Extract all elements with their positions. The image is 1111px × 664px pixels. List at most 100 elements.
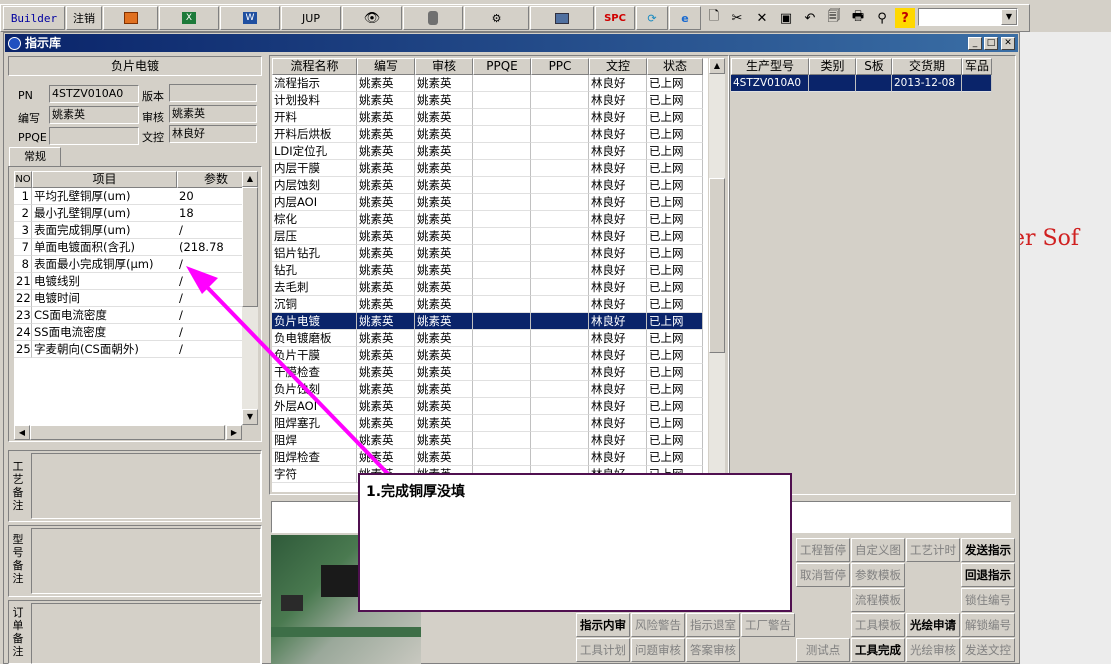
tool-complete-button[interactable]: 工具完成 — [851, 638, 905, 662]
new-file-icon[interactable]: 🗋 — [704, 8, 724, 28]
send-instruction-button[interactable]: 发送指示 — [961, 538, 1015, 562]
params-hscrollbar[interactable]: ◀ ▶ — [14, 425, 242, 440]
browser-button[interactable]: e — [669, 6, 701, 30]
spc-button[interactable]: SPC — [595, 6, 635, 30]
custom-figure-button[interactable]: 自定义图 — [851, 538, 905, 562]
logout-button[interactable]: 注销 — [66, 6, 102, 30]
hscroll-thumb[interactable] — [30, 425, 225, 440]
scroll-right-icon[interactable]: ▶ — [226, 425, 242, 440]
params-row[interactable]: 8 表面最小完成铜厚(μm) / — [14, 256, 242, 273]
internal-review-button[interactable]: 指示内审 — [576, 613, 630, 637]
process-row[interactable]: 干膜检查 姚素英 姚素英 林良好 已上网 — [272, 364, 703, 381]
model-header-cell[interactable]: 类别 — [809, 58, 856, 75]
process-row[interactable]: LDI定位孔 姚素英 姚素英 林良好 已上网 — [272, 143, 703, 160]
tool-plan-button[interactable]: 工具计划 — [576, 638, 630, 662]
scroll-thumb[interactable] — [709, 178, 725, 353]
scroll-up-icon[interactable]: ▲ — [709, 58, 725, 74]
process-template-button[interactable]: 流程模板 — [851, 588, 905, 612]
params-row[interactable]: 7 单面电镀面积(含孔) (218.78 — [14, 239, 242, 256]
delete-icon[interactable]: ✕ — [752, 8, 772, 28]
model-header-cell[interactable]: 军品 — [962, 58, 992, 75]
process-row[interactable]: 层压 姚素英 姚素英 林良好 已上网 — [272, 228, 703, 245]
cut-icon[interactable]: ✂ — [727, 8, 747, 28]
test-point-button[interactable]: 测试点 — [796, 638, 850, 662]
param-template-button[interactable]: 参数模板 — [851, 563, 905, 587]
plot-review-button[interactable]: 光绘审核 — [906, 638, 960, 662]
process-row[interactable]: 负电镀磨板 姚素英 姚素英 林良好 已上网 — [272, 330, 703, 347]
params-row[interactable]: 25 字麦朝向(CS面朝外) / — [14, 341, 242, 358]
model-header-cell[interactable]: 交货期 — [892, 58, 962, 75]
process-row[interactable]: 负片蚀刻 姚素英 姚素英 林良好 已上网 — [272, 381, 703, 398]
process-header-cell[interactable]: 编写 — [357, 58, 415, 75]
toolbar-dropdown[interactable]: ▼ — [918, 8, 1018, 26]
process-scrollbar[interactable]: ▲ — [709, 58, 725, 492]
factory-warning-button[interactable]: 工厂警告 — [741, 613, 795, 637]
jup-button[interactable]: JUP — [281, 6, 341, 30]
minimize-button[interactable]: _ — [968, 37, 982, 50]
excel-button[interactable]: X — [159, 6, 219, 30]
process-header-cell[interactable]: 状态 — [647, 58, 703, 75]
tool-template-button[interactable]: 工具模板 — [851, 613, 905, 637]
process-timer-button[interactable]: 工艺计时 — [906, 538, 960, 562]
model-row[interactable]: 4STZV010A0 2013-12-08 — [731, 75, 992, 92]
scroll-thumb[interactable] — [242, 187, 258, 307]
process-row[interactable]: 负片干膜 姚素英 姚素英 林良好 已上网 — [272, 347, 703, 364]
pn-field[interactable]: 4STZV010A0 — [49, 85, 139, 103]
print-icon[interactable]: 🖶 — [848, 8, 868, 28]
version-field[interactable] — [169, 84, 257, 102]
process-row[interactable]: 阻焊检查 姚素英 姚素英 林良好 已上网 — [272, 449, 703, 466]
lock-number-button[interactable]: 锁住编号 — [961, 588, 1015, 612]
help-icon[interactable]: ? — [895, 8, 915, 28]
process-header-cell[interactable]: 审核 — [415, 58, 473, 75]
send-doc-control-button[interactable]: 发送文控 — [961, 638, 1015, 662]
params-row[interactable]: 3 表面完成铜厚(um) / — [14, 222, 242, 239]
maximize-button[interactable]: □ — [984, 37, 998, 50]
params-row[interactable]: 24 SS面电流密度 / — [14, 324, 242, 341]
process-row[interactable]: 负片电镀 姚素英 姚素英 林良好 已上网 — [272, 313, 703, 330]
process-row[interactable]: 开料 姚素英 姚素英 林良好 已上网 — [272, 109, 703, 126]
process-row[interactable]: 外层AOI 姚素英 姚素英 林良好 已上网 — [272, 398, 703, 415]
model-header-cell[interactable]: 生产型号 — [731, 58, 809, 75]
preview-icon[interactable]: 🗐 — [824, 8, 844, 28]
computer-button[interactable] — [530, 6, 594, 30]
save-icon[interactable]: ▣ — [776, 8, 796, 28]
refresh-button[interactable]: ⟳ — [636, 6, 668, 30]
rollback-instruction-button[interactable]: 回退指示 — [961, 563, 1015, 587]
scroll-left-icon[interactable]: ◀ — [14, 425, 30, 440]
scroll-down-icon[interactable]: ▼ — [242, 409, 258, 425]
builder-button[interactable]: Builder — [3, 6, 65, 30]
process-row[interactable]: 内层AOI 姚素英 姚素英 林良好 已上网 — [272, 194, 703, 211]
process-row[interactable]: 流程指示 姚素英 姚素英 林良好 已上网 — [272, 75, 703, 92]
process-row[interactable]: 阻焊塞孔 姚素英 姚素英 林良好 已上网 — [272, 415, 703, 432]
params-row[interactable]: 1 平均孔壁铜厚(um) 20 — [14, 188, 242, 205]
engineering-pause-button[interactable]: 工程暂停 — [796, 538, 850, 562]
undo-icon[interactable]: ↶ — [800, 8, 820, 28]
params-row[interactable]: 22 电镀时间 / — [14, 290, 242, 307]
model-note-field[interactable] — [31, 528, 261, 594]
params-row[interactable]: 2 最小孔壁铜厚(um) 18 — [14, 205, 242, 222]
database-button[interactable] — [403, 6, 463, 30]
params-row[interactable]: 21 电镀线别 / — [14, 273, 242, 290]
process-row[interactable]: 内层干膜 姚素英 姚素英 林良好 已上网 — [272, 160, 703, 177]
tools-button[interactable]: ⚙ — [464, 6, 529, 30]
view-button[interactable]: 👁 — [342, 6, 402, 30]
ppqe-field[interactable] — [49, 127, 139, 145]
risk-warning-button[interactable]: 风险警告 — [631, 613, 685, 637]
process-row[interactable]: 内层蚀刻 姚素英 姚素英 林良好 已上网 — [272, 177, 703, 194]
powerpoint-button[interactable] — [103, 6, 158, 30]
process-header-cell[interactable]: 文控 — [589, 58, 647, 75]
close-button[interactable]: ✕ — [1001, 37, 1015, 50]
plot-request-button[interactable]: 光绘申请 — [906, 613, 960, 637]
order-note-field[interactable] — [31, 603, 261, 664]
answer-review-button[interactable]: 答案审核 — [686, 638, 740, 662]
process-row[interactable]: 铝片钻孔 姚素英 姚素英 林良好 已上网 — [272, 245, 703, 262]
scroll-up-icon[interactable]: ▲ — [242, 171, 258, 187]
word-button[interactable]: W — [220, 6, 280, 30]
params-row[interactable]: 23 CS面电流密度 / — [14, 307, 242, 324]
process-row[interactable]: 开料后烘板 姚素英 姚素英 林良好 已上网 — [272, 126, 703, 143]
tab-general[interactable]: 常规 — [9, 147, 61, 167]
process-header-cell[interactable]: 流程名称 — [272, 58, 357, 75]
question-review-button[interactable]: 问题审核 — [631, 638, 685, 662]
find-icon[interactable]: ⚲ — [872, 8, 892, 28]
process-row[interactable]: 棕化 姚素英 姚素英 林良好 已上网 — [272, 211, 703, 228]
